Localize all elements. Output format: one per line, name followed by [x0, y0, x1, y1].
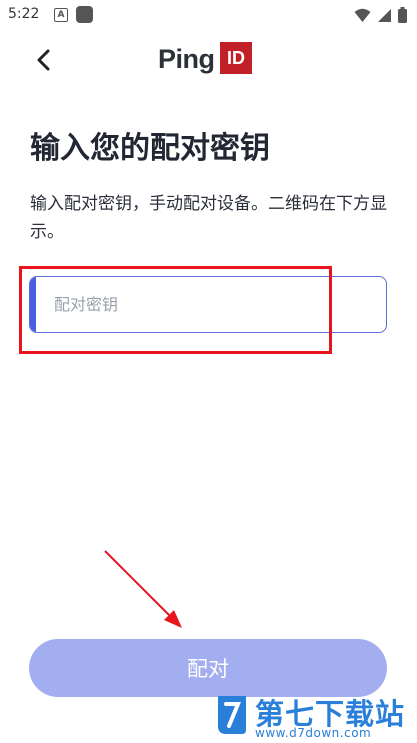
page-title: 输入您的配对密钥 — [30, 131, 270, 166]
notification-app-icon — [76, 6, 93, 23]
back-button[interactable] — [28, 44, 60, 76]
pingid-logo: Ping ID — [158, 42, 258, 78]
status-icons — [354, 7, 407, 23]
input-focus-accent — [30, 277, 36, 332]
logo-badge: ID — [220, 42, 252, 74]
status-bar: 5:22 A — [0, 0, 417, 30]
pairing-key-input[interactable] — [54, 277, 374, 332]
wifi-icon — [354, 8, 371, 22]
watermark: 第七下载站 www.d7down.com — [215, 690, 411, 740]
notification-a-icon: A — [54, 8, 68, 22]
back-arrow-icon — [37, 49, 50, 71]
logo-text: Ping — [158, 44, 215, 74]
status-time: 5:22 — [8, 6, 40, 22]
watermark-logo-icon — [218, 696, 246, 734]
watermark-url: www.d7down.com — [255, 726, 372, 740]
pairing-key-field[interactable] — [29, 276, 387, 333]
pair-button[interactable]: 配对 — [29, 639, 387, 697]
annotation-arrow-icon — [104, 550, 182, 628]
page-description: 输入配对密钥，手动配对设备。二维码在下方显示。 — [30, 194, 387, 242]
battery-icon — [398, 7, 407, 23]
signal-icon — [378, 8, 391, 22]
